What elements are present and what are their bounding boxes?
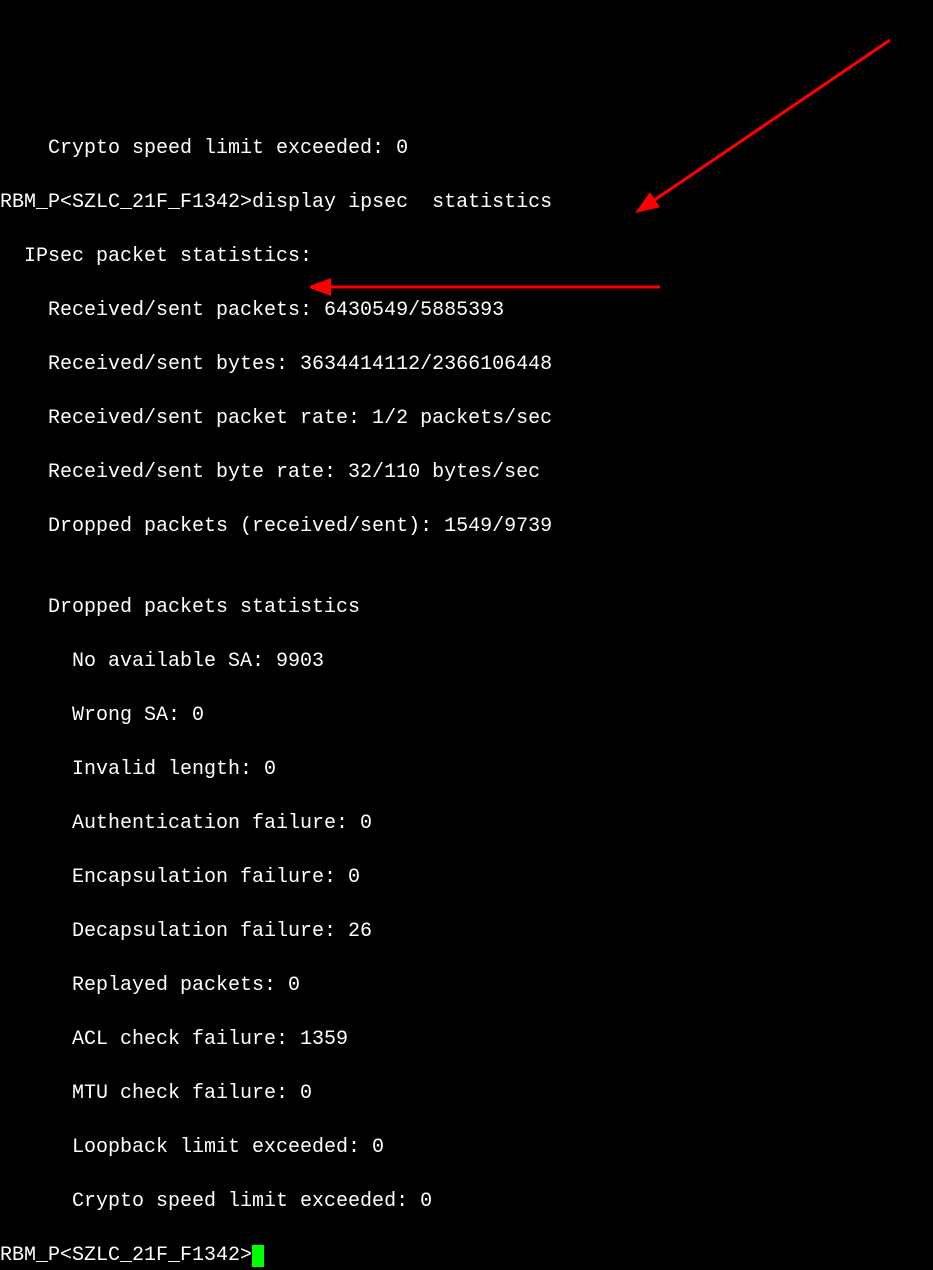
command-text: display ipsec statistics: [252, 191, 552, 214]
output-line: Dropped packets (received/sent): 1549/97…: [0, 513, 933, 540]
prompt-line: RBM_P<SZLC_21F_F1342>display ipsec stati…: [0, 189, 933, 216]
output-line: Crypto speed limit exceeded: 0: [0, 1188, 933, 1215]
output-line: Dropped packets statistics: [0, 594, 933, 621]
output-line: Received/sent packets: 6430549/5885393: [0, 297, 933, 324]
output-line: Authentication failure: 0: [0, 810, 933, 837]
output-line: Received/sent byte rate: 32/110 bytes/se…: [0, 459, 933, 486]
prompt-line[interactable]: RBM_P<SZLC_21F_F1342>: [0, 1242, 933, 1269]
prompt: RBM_P<SZLC_21F_F1342>: [0, 191, 252, 214]
output-line: Decapsulation failure: 26: [0, 918, 933, 945]
output-line: Encapsulation failure: 0: [0, 864, 933, 891]
output-line: IPsec packet statistics:: [0, 243, 933, 270]
prompt: RBM_P<SZLC_21F_F1342>: [0, 1244, 252, 1267]
output-line: Replayed packets: 0: [0, 972, 933, 999]
cursor: [252, 1245, 264, 1267]
output-line: No available SA: 9903: [0, 648, 933, 675]
output-line: Wrong SA: 0: [0, 702, 933, 729]
output-line: MTU check failure: 0: [0, 1080, 933, 1107]
terminal-output: Crypto speed limit exceeded: 0 RBM_P<SZL…: [0, 108, 933, 1270]
output-line: Received/sent packet rate: 1/2 packets/s…: [0, 405, 933, 432]
output-line: Invalid length: 0: [0, 756, 933, 783]
output-line: ACL check failure: 1359: [0, 1026, 933, 1053]
output-line: Received/sent bytes: 3634414112/23661064…: [0, 351, 933, 378]
output-line: Crypto speed limit exceeded: 0: [0, 135, 933, 162]
output-line: Loopback limit exceeded: 0: [0, 1134, 933, 1161]
